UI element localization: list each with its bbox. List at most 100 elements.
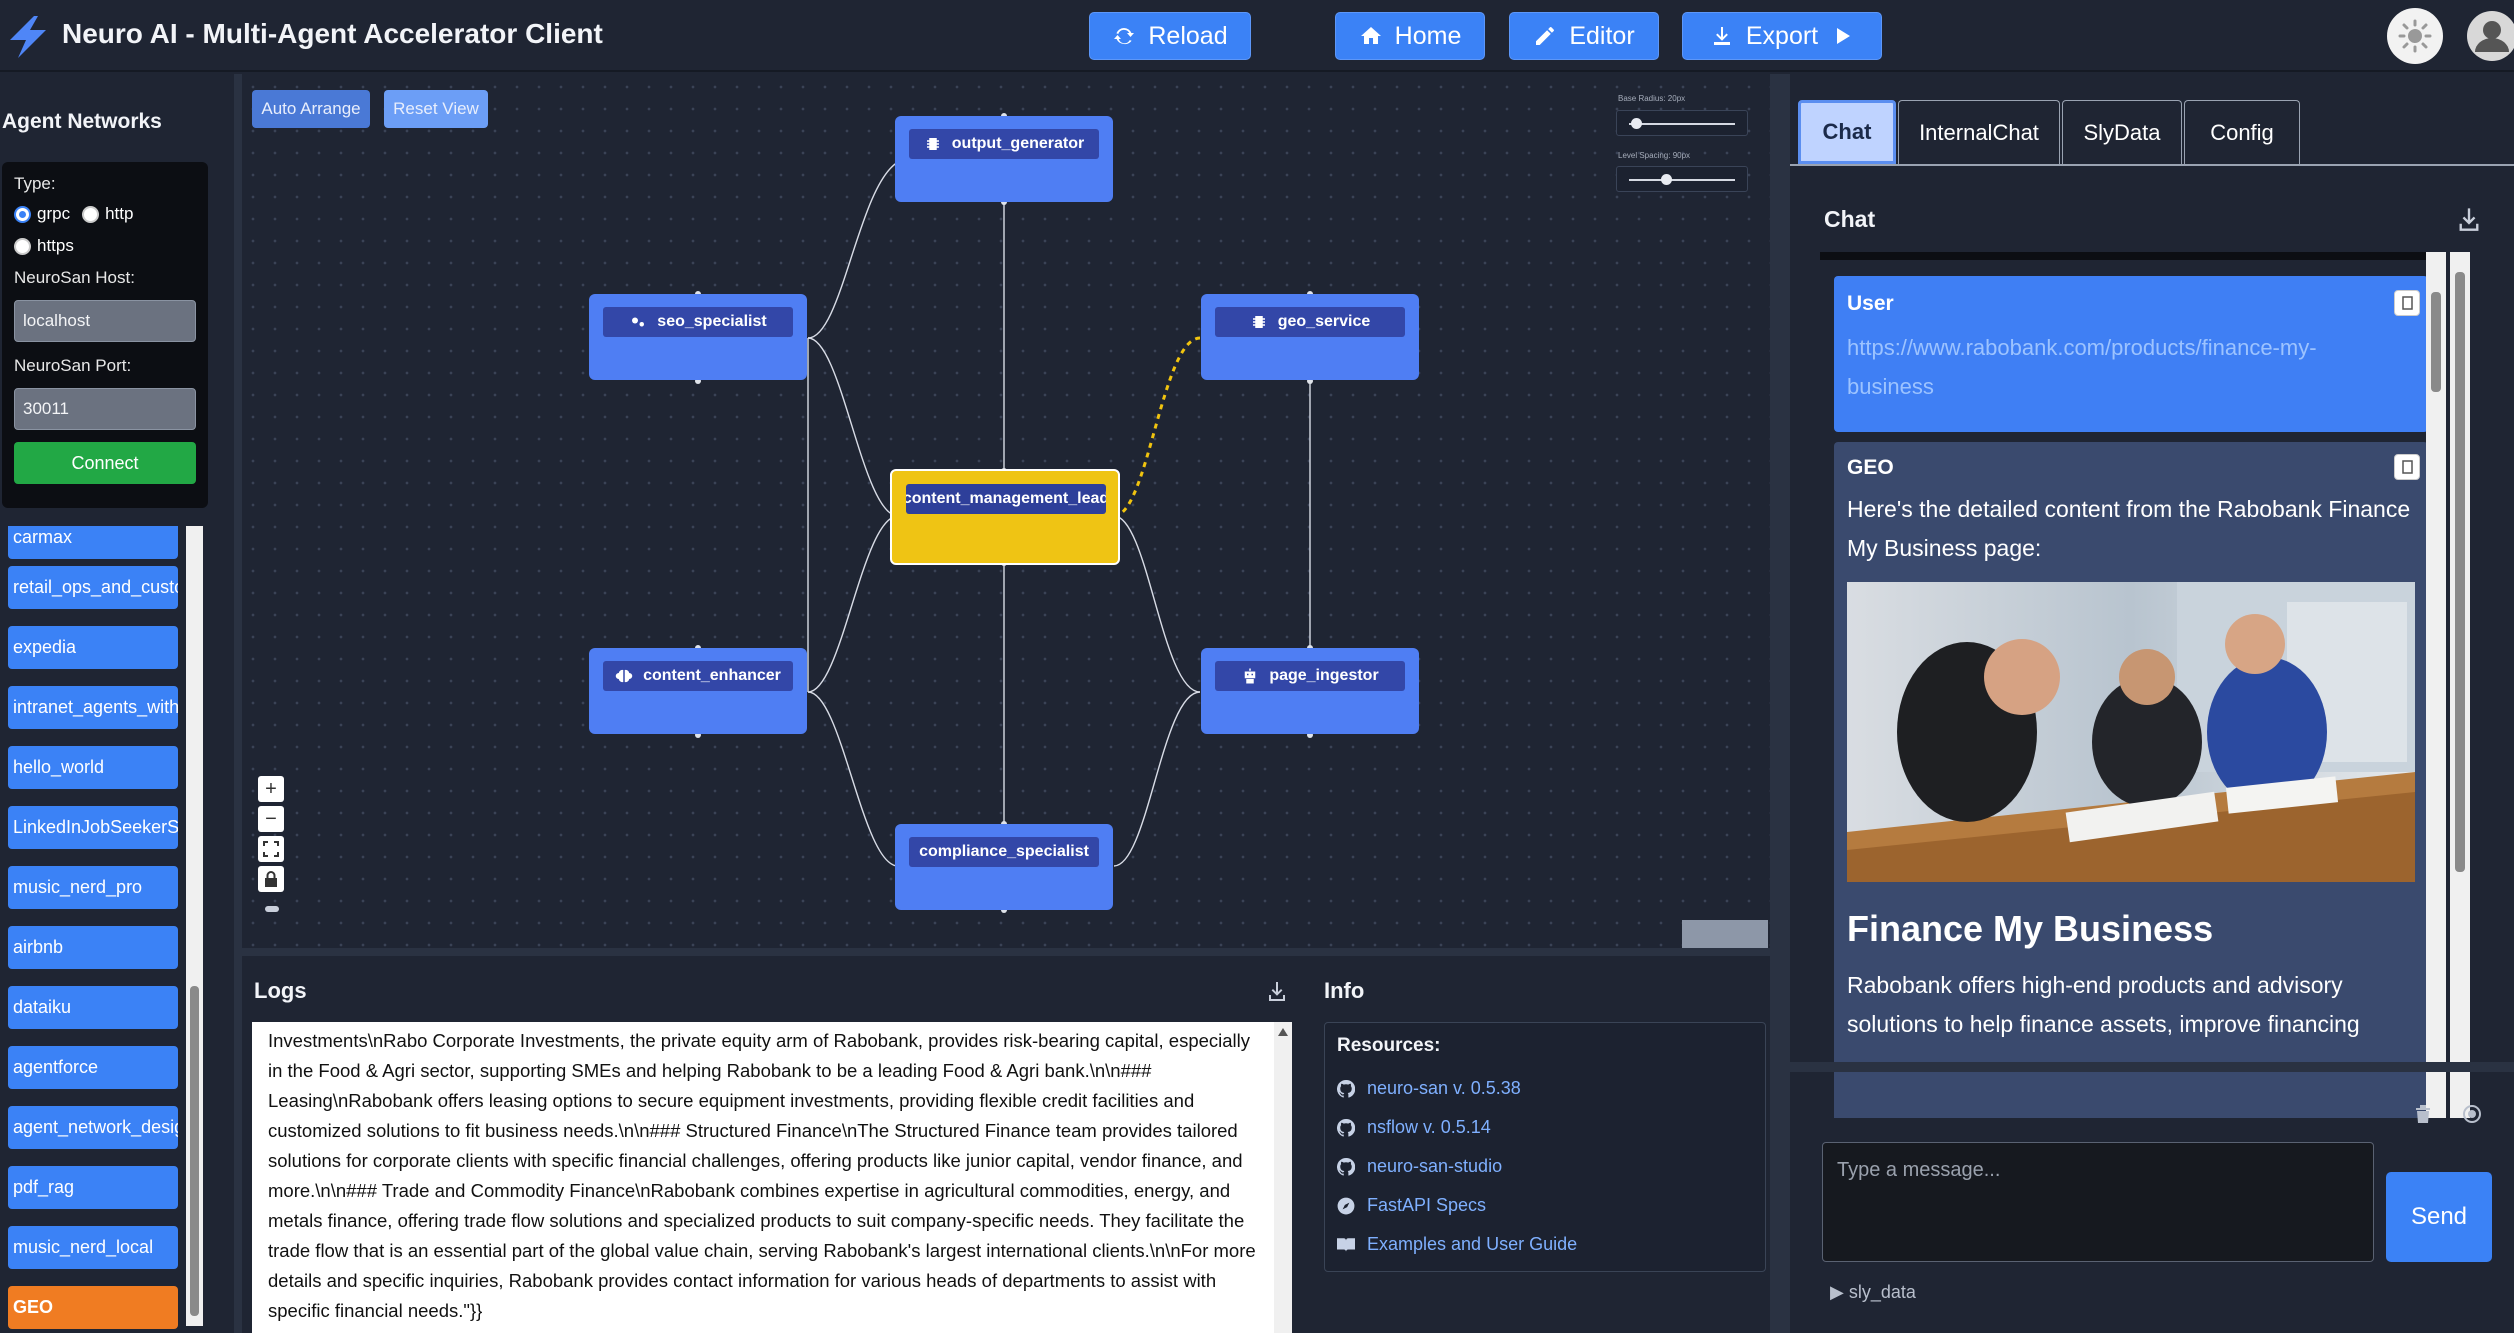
radio-grpc-label: grpc: [37, 204, 71, 223]
network-item-airbnb[interactable]: airbnb: [8, 926, 178, 969]
node-page-ingestor[interactable]: page_ingestor: [1201, 648, 1419, 734]
node-output-generator[interactable]: output_generator: [895, 116, 1113, 202]
network-item-expedia[interactable]: expedia: [8, 626, 178, 669]
link-label: nsflow v. 0.5.14: [1367, 1117, 1491, 1137]
tab-bar: Chat InternalChat SlyData Config: [1798, 100, 2300, 164]
logs-scrollbar[interactable]: [1274, 1022, 1292, 1333]
chat-outer-scrollbar[interactable]: [2450, 252, 2470, 1118]
network-item-carmax[interactable]: carmax: [8, 526, 178, 559]
chat-input-divider[interactable]: [1790, 1062, 2514, 1072]
chip-icon: [1252, 316, 1265, 328]
fit-view-icon: [263, 841, 279, 857]
sidebar-resize-handle[interactable]: [234, 74, 242, 1333]
node-compliance-specialist[interactable]: compliance_specialist: [895, 824, 1113, 910]
message-text[interactable]: https://www.rabobank.com/products/financ…: [1847, 328, 2397, 406]
link-label: Examples and User Guide: [1367, 1234, 1578, 1254]
graph-resize-handle[interactable]: [242, 948, 1770, 956]
node-label: content_enhancer: [643, 667, 781, 684]
link-label: FastAPI Specs: [1367, 1195, 1487, 1215]
right-panel: Chat InternalChat SlyData Config Chat Us…: [1790, 74, 2514, 1333]
tab-config[interactable]: Config: [2184, 100, 2300, 164]
port-input[interactable]: 30011: [14, 388, 196, 430]
sly-data-toggle[interactable]: ▶ sly_data: [1830, 1282, 1916, 1303]
node-label: content_management_lead: [906, 490, 1106, 507]
node-label: seo_specialist: [657, 313, 767, 330]
trash-icon[interactable]: [2414, 1104, 2432, 1124]
network-item-intranet-agents[interactable]: intranet_agents_with_tools: [8, 686, 178, 729]
zoom-out-button[interactable]: −: [258, 806, 284, 832]
network-item-pdf-rag[interactable]: pdf_rag: [8, 1166, 178, 1209]
network-item-linkedin[interactable]: LinkedInJobSeekerSupport: [8, 806, 178, 849]
minimap[interactable]: [1682, 920, 1768, 948]
network-item-agentforce[interactable]: agentforce: [8, 1046, 178, 1089]
network-list-scrollbar[interactable]: [186, 526, 203, 1326]
reload-button[interactable]: Reload: [1089, 12, 1251, 60]
radio-http[interactable]: [82, 205, 100, 223]
theme-toggle-button[interactable]: [2387, 8, 2443, 64]
link-neuro-san-studio[interactable]: neuro-san-studio: [1337, 1147, 1753, 1186]
fit-view-button[interactable]: [258, 836, 284, 862]
github-icon: [1337, 1118, 1355, 1137]
tab-chat[interactable]: Chat: [1798, 100, 1896, 164]
chat-inner-scrollbar[interactable]: [2426, 252, 2446, 1118]
record-icon[interactable]: [2462, 1104, 2482, 1124]
network-item-agent-network-designer[interactable]: agent_network_designer: [8, 1106, 178, 1149]
message-input[interactable]: Type a message...: [1822, 1142, 2374, 1262]
host-input[interactable]: localhost: [14, 300, 196, 342]
node-geo-service[interactable]: geo_service: [1201, 294, 1419, 380]
link-neuro-san[interactable]: neuro-san v. 0.5.38: [1337, 1069, 1753, 1108]
lock-button[interactable]: [258, 866, 284, 892]
node-content-enhancer[interactable]: content_enhancer: [589, 648, 807, 734]
link-user-guide[interactable]: Examples and User Guide: [1337, 1225, 1753, 1264]
editor-button[interactable]: Editor: [1509, 12, 1659, 60]
node-label-wrapper: content_management_lead: [906, 484, 1106, 514]
node-label: page_ingestor: [1269, 667, 1379, 684]
link-fastapi-specs[interactable]: FastAPI Specs: [1337, 1186, 1753, 1225]
connection-panel: Type: grpc http https NeuroSan Host: loc…: [2, 162, 208, 508]
link-label: neuro-san v. 0.5.38: [1367, 1078, 1521, 1098]
network-item-retail-ops[interactable]: retail_ops_and_customer: [8, 566, 178, 609]
sidebar: Agent Networks Type: grpc http https Neu…: [0, 74, 214, 1333]
download-chat-icon[interactable]: [2456, 206, 2482, 232]
zoom-in-button[interactable]: +: [258, 776, 284, 802]
logs-text: Investments\nRabo Corporate Investments,…: [268, 1030, 1256, 1321]
scrollbar-thumb[interactable]: [190, 986, 199, 1316]
copy-message-button[interactable]: [2394, 290, 2420, 316]
lightning-logo-icon: [10, 16, 46, 58]
node-label-wrapper: output_generator: [909, 129, 1099, 159]
download-logs-icon[interactable]: [1266, 980, 1288, 1002]
network-item-geo[interactable]: GEO: [8, 1286, 178, 1329]
refresh-icon: [1114, 27, 1135, 45]
user-avatar-icon[interactable]: [2466, 10, 2514, 62]
network-item-hello-world[interactable]: hello_world: [8, 746, 178, 789]
brain-icon: [615, 669, 633, 683]
radio-https[interactable]: [14, 237, 31, 255]
network-list: carmax retail_ops_and_customer expedia i…: [0, 526, 214, 1333]
port-label: NeuroSan Port:: [14, 356, 132, 375]
node-seo-specialist[interactable]: seo_specialist: [589, 294, 807, 380]
connect-button[interactable]: Connect: [14, 442, 196, 484]
link-nsflow[interactable]: nsflow v. 0.5.14: [1337, 1108, 1753, 1147]
reload-label: Reload: [1148, 21, 1228, 50]
chat-frame: [1820, 252, 2444, 260]
compass-icon: [1337, 1197, 1355, 1214]
export-button[interactable]: Export: [1682, 12, 1882, 60]
scrollbar-thumb[interactable]: [2431, 292, 2441, 392]
agent-graph-canvas[interactable]: Auto Arrange Reset View Base Radius: 20p…: [242, 76, 1770, 948]
copy-message-button[interactable]: [2394, 454, 2420, 480]
gears-icon: [632, 317, 645, 327]
scroll-up-icon[interactable]: [1278, 1028, 1288, 1036]
tab-internal-chat[interactable]: InternalChat: [1898, 100, 2060, 164]
send-button[interactable]: Send: [2386, 1172, 2492, 1262]
network-item-dataiku[interactable]: dataiku: [8, 986, 178, 1029]
node-content-management-lead[interactable]: content_management_lead: [890, 469, 1120, 565]
right-panel-resize-handle[interactable]: [1770, 74, 1790, 1333]
network-item-music-nerd-local[interactable]: music_nerd_local: [8, 1226, 178, 1269]
tab-sly-data[interactable]: SlyData: [2062, 100, 2182, 164]
message-intro: Here's the detailed content from the Rab…: [1847, 496, 2411, 561]
network-item-music-nerd-pro[interactable]: music_nerd_pro: [8, 866, 178, 909]
home-button[interactable]: Home: [1335, 12, 1485, 60]
node-label-wrapper: content_enhancer: [603, 661, 793, 691]
scrollbar-thumb[interactable]: [2455, 272, 2465, 872]
radio-grpc[interactable]: [14, 205, 31, 223]
